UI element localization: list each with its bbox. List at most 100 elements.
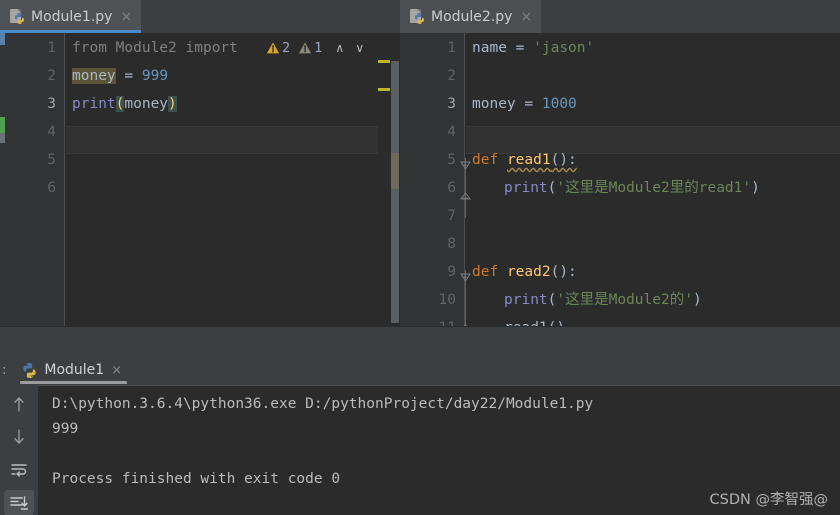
token-read2-signature: (): (550, 264, 577, 280)
line-number: 6 (447, 180, 456, 196)
scroll-down-button[interactable] (4, 424, 34, 449)
editor-scrollbar-left[interactable] (390, 33, 400, 355)
line-number: 10 (438, 292, 456, 308)
line-number: 8 (447, 236, 456, 252)
chevron-down-icon[interactable]: ∨ (351, 34, 368, 62)
code-surface-right[interactable]: 1 2 3 4 5 6 7 8 9 10 11 (400, 33, 840, 355)
token-from: from (72, 40, 107, 56)
code-line-6: print('这里是Module2里的read1') (466, 174, 840, 202)
tab-module2-py[interactable]: Module2.py × (400, 0, 542, 33)
line-number: 1 (47, 40, 56, 56)
weak-warning-group[interactable]: 1 (298, 40, 322, 56)
warning-marker (378, 60, 390, 63)
run-panel-prefix: : (2, 362, 7, 378)
soft-wrap-icon (11, 463, 27, 477)
console-toolbar (0, 385, 38, 515)
code-text-right[interactable]: name = 'jason' money = 1000 def read1 ():… (466, 33, 840, 355)
inspection-marker-track[interactable] (378, 33, 390, 355)
token-read1-funcname: read1 (506, 152, 551, 168)
editor-pane-left: Module1.py × 1 2 3 4 5 6 from Module2 im… (0, 0, 400, 355)
code-line-1: name = 'jason' (466, 34, 840, 62)
pycharm-window: Module1.py × 1 2 3 4 5 6 from Module2 im… (0, 0, 840, 515)
token-print: print (72, 96, 116, 112)
line-number: 4 (47, 124, 56, 140)
token-assign: = (115, 68, 142, 84)
code-line-2: money = 999 (66, 62, 400, 90)
line-number: 9 (447, 264, 456, 280)
run-tab-active-underline (20, 381, 128, 384)
code-line-9: def read2(): (466, 258, 840, 286)
editor-area: Module1.py × 1 2 3 4 5 6 from Module2 im… (0, 0, 840, 355)
token-assign: = (506, 40, 534, 56)
code-surface-left[interactable]: 1 2 3 4 5 6 from Module2 import money = … (0, 33, 400, 355)
token-money-ident: money (472, 96, 516, 112)
tab-label: Module1.py (31, 8, 113, 25)
line-number: 7 (447, 208, 456, 224)
console-line: 999 (52, 421, 79, 437)
console-line: D:\python.3.6.4\python36.exe D:/pythonPr… (52, 396, 594, 412)
scroll-up-button[interactable] (4, 391, 34, 416)
editor-tabbar-left: Module1.py × (0, 0, 400, 33)
code-line-3: money = 1000 (466, 90, 840, 118)
line-number-gutter-left: 1 2 3 4 5 6 (5, 33, 65, 355)
token-read1-string: '这里是Module2里的read1' (556, 180, 752, 196)
inspection-widget[interactable]: 2 1 ∧ ∨ (266, 34, 368, 62)
run-tool-window: : Module1 × D:\python.3.6.4\python36.exe… (0, 355, 840, 515)
token-read2-string: '这里是Module2的' (556, 292, 693, 308)
token-module-name: Module2 (106, 40, 186, 56)
line-number: 2 (47, 68, 56, 84)
run-tab-module1[interactable]: Module1 × (10, 355, 131, 385)
warning-triangle-icon (266, 42, 280, 54)
editor-console-splitter[interactable] (0, 326, 840, 355)
token-money-arg: money (124, 96, 169, 112)
token-jason-string: 'jason' (533, 40, 595, 56)
console-line: Process finished with exit code 0 (52, 471, 341, 487)
arrow-down-icon (14, 428, 24, 444)
run-tabbar: : Module1 × (0, 355, 840, 385)
line-number: 5 (447, 152, 456, 168)
soft-wrap-button[interactable] (4, 457, 34, 482)
token-money-ident: money (72, 68, 116, 84)
line-number-gutter-right: 1 2 3 4 5 6 7 8 9 10 11 (405, 33, 465, 355)
token-read2-funcname: read2 (506, 264, 551, 280)
close-icon[interactable]: × (111, 363, 122, 378)
tab-module1-py[interactable]: Module1.py × (0, 0, 142, 33)
python-file-icon (410, 8, 425, 25)
line-number: 3 (447, 96, 456, 112)
weak-warning-triangle-icon (299, 42, 312, 54)
warning-group[interactable]: 2 (266, 40, 290, 56)
python-logo-icon (23, 362, 36, 378)
python-file-icon (10, 8, 25, 25)
token-def-keyword: def (472, 152, 499, 168)
code-line-3: print(money) (66, 90, 400, 118)
csdn-watermark: CSDN @李智强@ (709, 492, 828, 508)
token-close-paren: ) (168, 96, 177, 112)
chevron-up-icon[interactable]: ∧ (331, 34, 348, 62)
scroll-to-end-button[interactable] (4, 490, 34, 515)
scrollbar-thumb (391, 61, 399, 323)
close-icon[interactable]: × (520, 10, 532, 24)
line-number: 1 (447, 40, 456, 56)
arrow-up-icon (14, 396, 24, 412)
warning-count: 2 (282, 40, 291, 56)
scroll-to-end-icon (10, 495, 28, 510)
line-number: 5 (47, 152, 56, 168)
token-close-paren: ) (751, 180, 760, 196)
weak-warning-count: 1 (314, 40, 323, 56)
token-999: 999 (141, 68, 169, 84)
line-number: 4 (447, 124, 456, 140)
token-1000: 1000 (541, 96, 577, 112)
line-number: 6 (47, 180, 56, 196)
token-print: print (504, 292, 548, 308)
run-tab-label: Module1 (44, 362, 105, 378)
editor-tabbar-right: Module2.py × (400, 0, 840, 33)
tab-label: Module2.py (431, 8, 513, 25)
close-icon[interactable]: × (120, 10, 132, 24)
token-close-paren: ) (692, 292, 702, 308)
scrollbar-viewport-thumb (391, 153, 399, 189)
code-text-left[interactable]: from Module2 import money = 999 print(mo… (66, 33, 400, 355)
warning-marker (378, 88, 390, 91)
token-name-ident: name (472, 40, 507, 56)
editor-pane-right: Module2.py × 1 2 3 4 5 6 7 8 9 10 name =… (400, 0, 840, 355)
console-output[interactable]: D:\python.3.6.4\python36.exe D:/pythonPr… (38, 385, 840, 515)
